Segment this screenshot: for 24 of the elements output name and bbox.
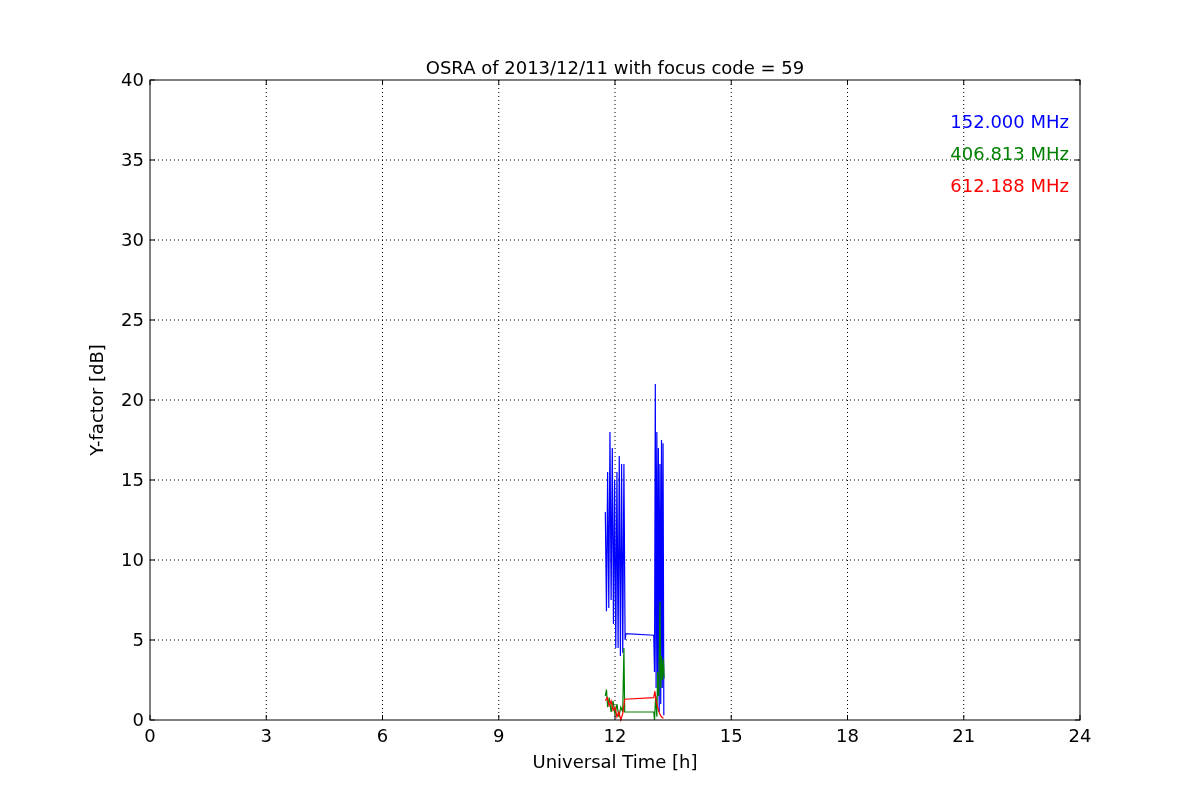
tick-label: 21 <box>952 725 976 746</box>
legend-label: 152.000 MHz <box>950 111 1069 132</box>
tick-label: 25 <box>121 309 144 330</box>
tick-label: 15 <box>719 725 743 746</box>
tick-label: 24 <box>1068 725 1092 746</box>
tick-label: 6 <box>376 725 389 746</box>
tick-label: 0 <box>132 709 144 730</box>
tick-label: 3 <box>260 725 272 746</box>
tick-label: 40 <box>121 69 144 90</box>
tick-label: 0 <box>144 725 156 746</box>
tick-label: 18 <box>836 725 859 746</box>
chart-title: OSRA of 2013/12/11 with focus code = 59 <box>425 57 805 78</box>
tick-label: 20 <box>121 389 144 410</box>
tick-label: 35 <box>121 149 144 170</box>
tick-label: 10 <box>121 549 144 570</box>
tick-label: 12 <box>603 725 627 746</box>
tick-label: 30 <box>121 229 144 250</box>
axis-label: Universal Time [h] <box>532 751 698 772</box>
tick-label: 9 <box>493 725 505 746</box>
tick-label: 15 <box>121 469 144 490</box>
legend-label: 406.813 MHz <box>950 143 1069 164</box>
tick-label: 5 <box>132 629 144 650</box>
axis-label: Y-factor [dB] <box>86 344 107 456</box>
legend-label: 612.188 MHz <box>950 175 1069 196</box>
